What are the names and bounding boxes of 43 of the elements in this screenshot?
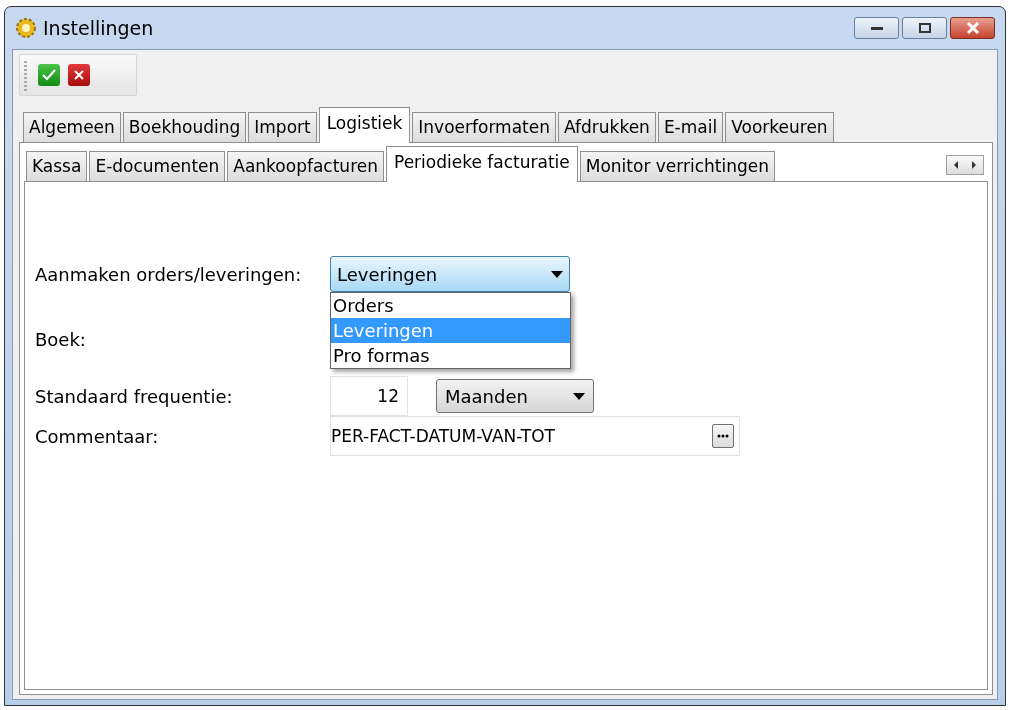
dropdown-option[interactable]: Orders xyxy=(331,293,570,318)
unit-dropdown[interactable]: Maanden xyxy=(436,379,594,413)
cross-icon xyxy=(73,69,85,81)
tab[interactable]: E-mail xyxy=(657,111,724,142)
tab[interactable]: Algemeen xyxy=(23,111,121,142)
maximize-button[interactable] xyxy=(902,17,947,39)
close-button[interactable] xyxy=(950,17,995,39)
maximize-icon xyxy=(918,23,931,33)
field-label: Boek: xyxy=(35,327,87,352)
sub-tab[interactable]: Periodieke facturatie xyxy=(386,145,578,182)
dropdown[interactable]: Leveringen xyxy=(330,256,570,292)
window-title: Instellingen xyxy=(43,15,154,41)
sub-tab[interactable]: Aankoopfacturen xyxy=(227,150,384,181)
sub-tab[interactable]: E-documenten xyxy=(89,150,226,181)
scroll-left-button[interactable] xyxy=(947,156,965,174)
tab[interactable]: Voorkeuren xyxy=(725,111,834,142)
ellipsis-icon xyxy=(717,434,729,438)
sub-tab[interactable]: Kassa xyxy=(26,150,88,181)
field-label: Standaard frequentie: xyxy=(35,384,234,409)
tab[interactable]: Boekhouding xyxy=(122,111,247,142)
minimize-icon xyxy=(870,25,883,31)
sub-tab[interactable]: Monitor verrichtingen xyxy=(579,150,775,181)
close-icon xyxy=(965,22,980,34)
number-field[interactable]: 12 xyxy=(330,376,408,416)
confirm-button[interactable] xyxy=(38,64,60,86)
ellipsis-button[interactable] xyxy=(712,424,734,448)
checkmark-icon xyxy=(42,69,56,81)
dropdown-option[interactable]: Pro formas xyxy=(331,343,570,368)
tab[interactable]: Logistiek xyxy=(318,106,411,143)
field-label: Aanmaken orders/leveringen: xyxy=(35,262,303,287)
caret-icon xyxy=(573,392,585,400)
right-arrow-icon xyxy=(971,161,977,169)
caret-icon xyxy=(551,270,563,278)
tab[interactable]: Invoerformaten xyxy=(412,111,556,142)
minimize-button[interactable] xyxy=(854,17,899,39)
cancel-button[interactable] xyxy=(68,64,90,86)
left-arrow-icon xyxy=(953,161,959,169)
tab[interactable]: Import xyxy=(248,111,317,142)
field-label: Commentaar: xyxy=(35,424,160,449)
gear-icon xyxy=(15,17,37,39)
scroll-right-button[interactable] xyxy=(965,156,983,174)
comment-field[interactable]: PER-FACT-DATUM-VAN-TOT xyxy=(330,416,740,456)
tab[interactable]: Afdrukken xyxy=(558,111,656,142)
